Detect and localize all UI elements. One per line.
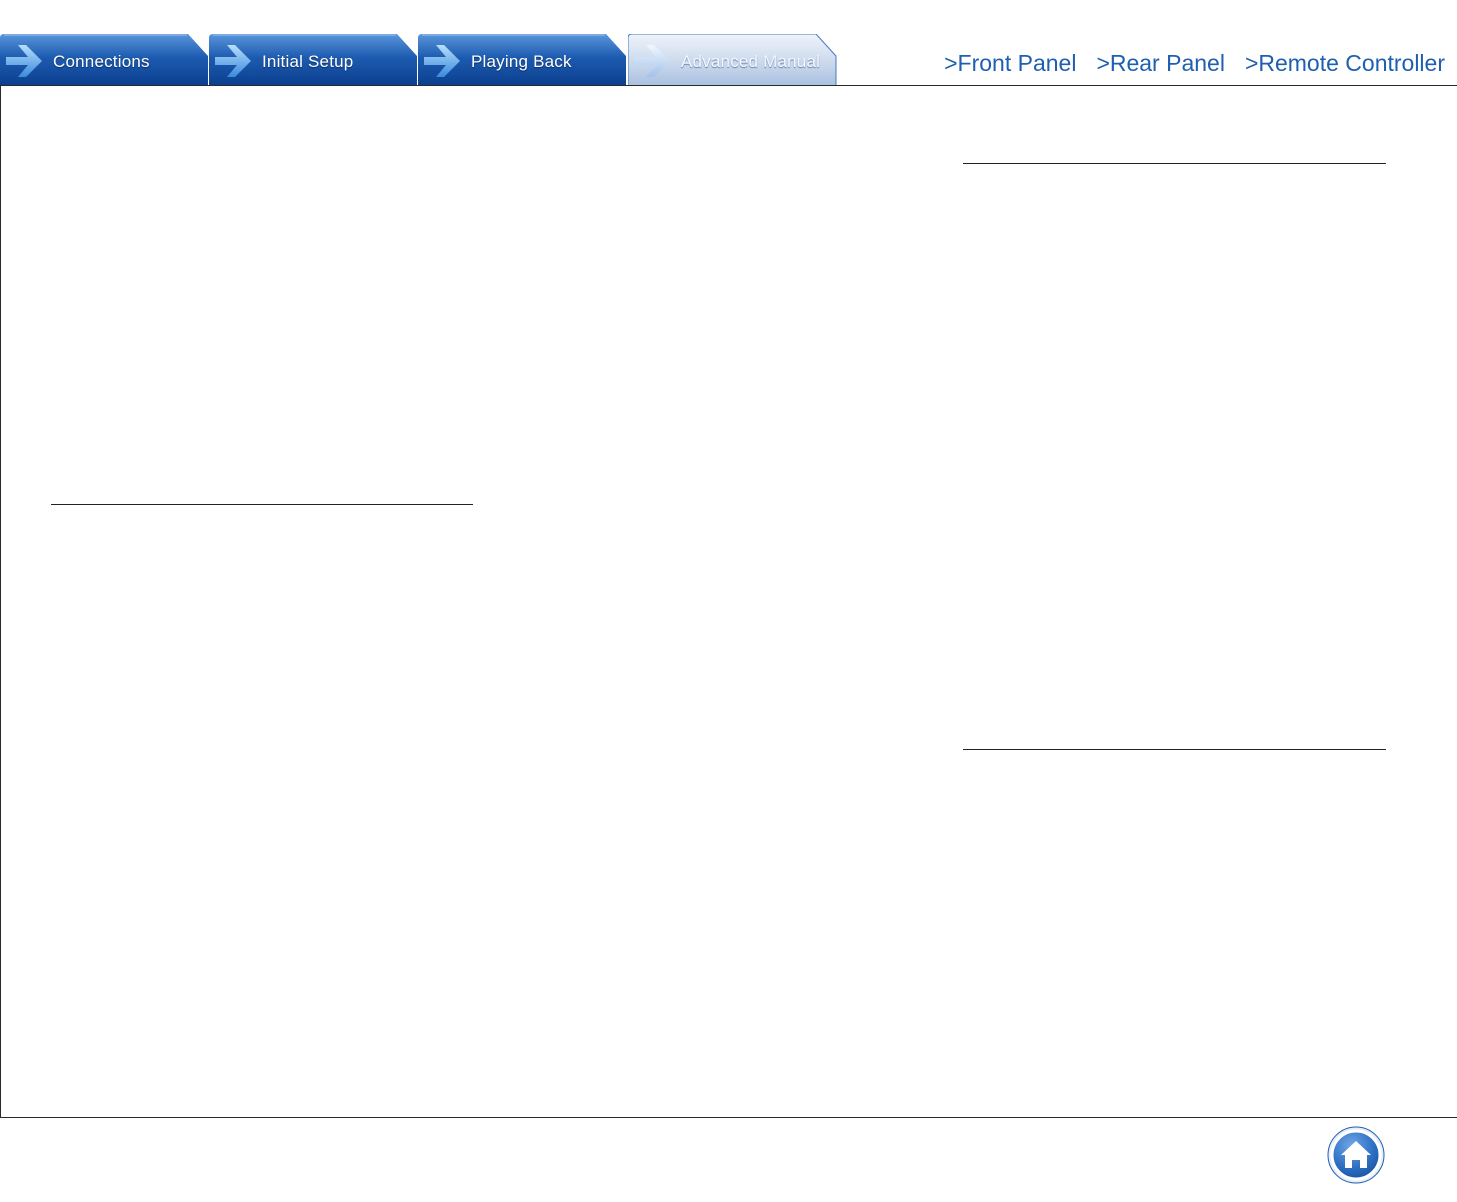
home-icon	[1327, 1126, 1385, 1184]
rear-panel-link[interactable]: >Rear Panel	[1096, 50, 1225, 77]
home-button[interactable]	[1327, 1126, 1385, 1184]
tab-label: Advanced Manual	[681, 52, 821, 71]
manual-page: Connections Initial Setup Playing Back A…	[0, 0, 1457, 1202]
section-divider	[51, 504, 473, 505]
arrow-right-icon	[6, 45, 42, 77]
section-tab-bar: Connections Initial Setup Playing Back A…	[0, 34, 840, 86]
tab-advanced-manual[interactable]: Advanced Manual	[628, 34, 838, 86]
section-divider	[963, 749, 1386, 750]
tab-label: Playing Back	[471, 52, 572, 71]
content-area	[0, 85, 1457, 1118]
remote-controller-link[interactable]: >Remote Controller	[1245, 50, 1445, 77]
arrow-right-icon	[215, 45, 251, 77]
arrow-right-icon	[424, 45, 460, 77]
tab-label: Connections	[53, 52, 150, 71]
tab-initial-setup[interactable]: Initial Setup	[209, 34, 419, 86]
arrow-right-icon	[634, 45, 670, 77]
tab-connections[interactable]: Connections	[0, 34, 210, 86]
panel-nav-links: >Front Panel >Rear Panel >Remote Control…	[944, 50, 1445, 77]
tab-label: Initial Setup	[262, 52, 354, 71]
front-panel-link[interactable]: >Front Panel	[944, 50, 1076, 77]
tab-playing-back[interactable]: Playing Back	[418, 34, 628, 86]
section-divider	[963, 163, 1386, 164]
